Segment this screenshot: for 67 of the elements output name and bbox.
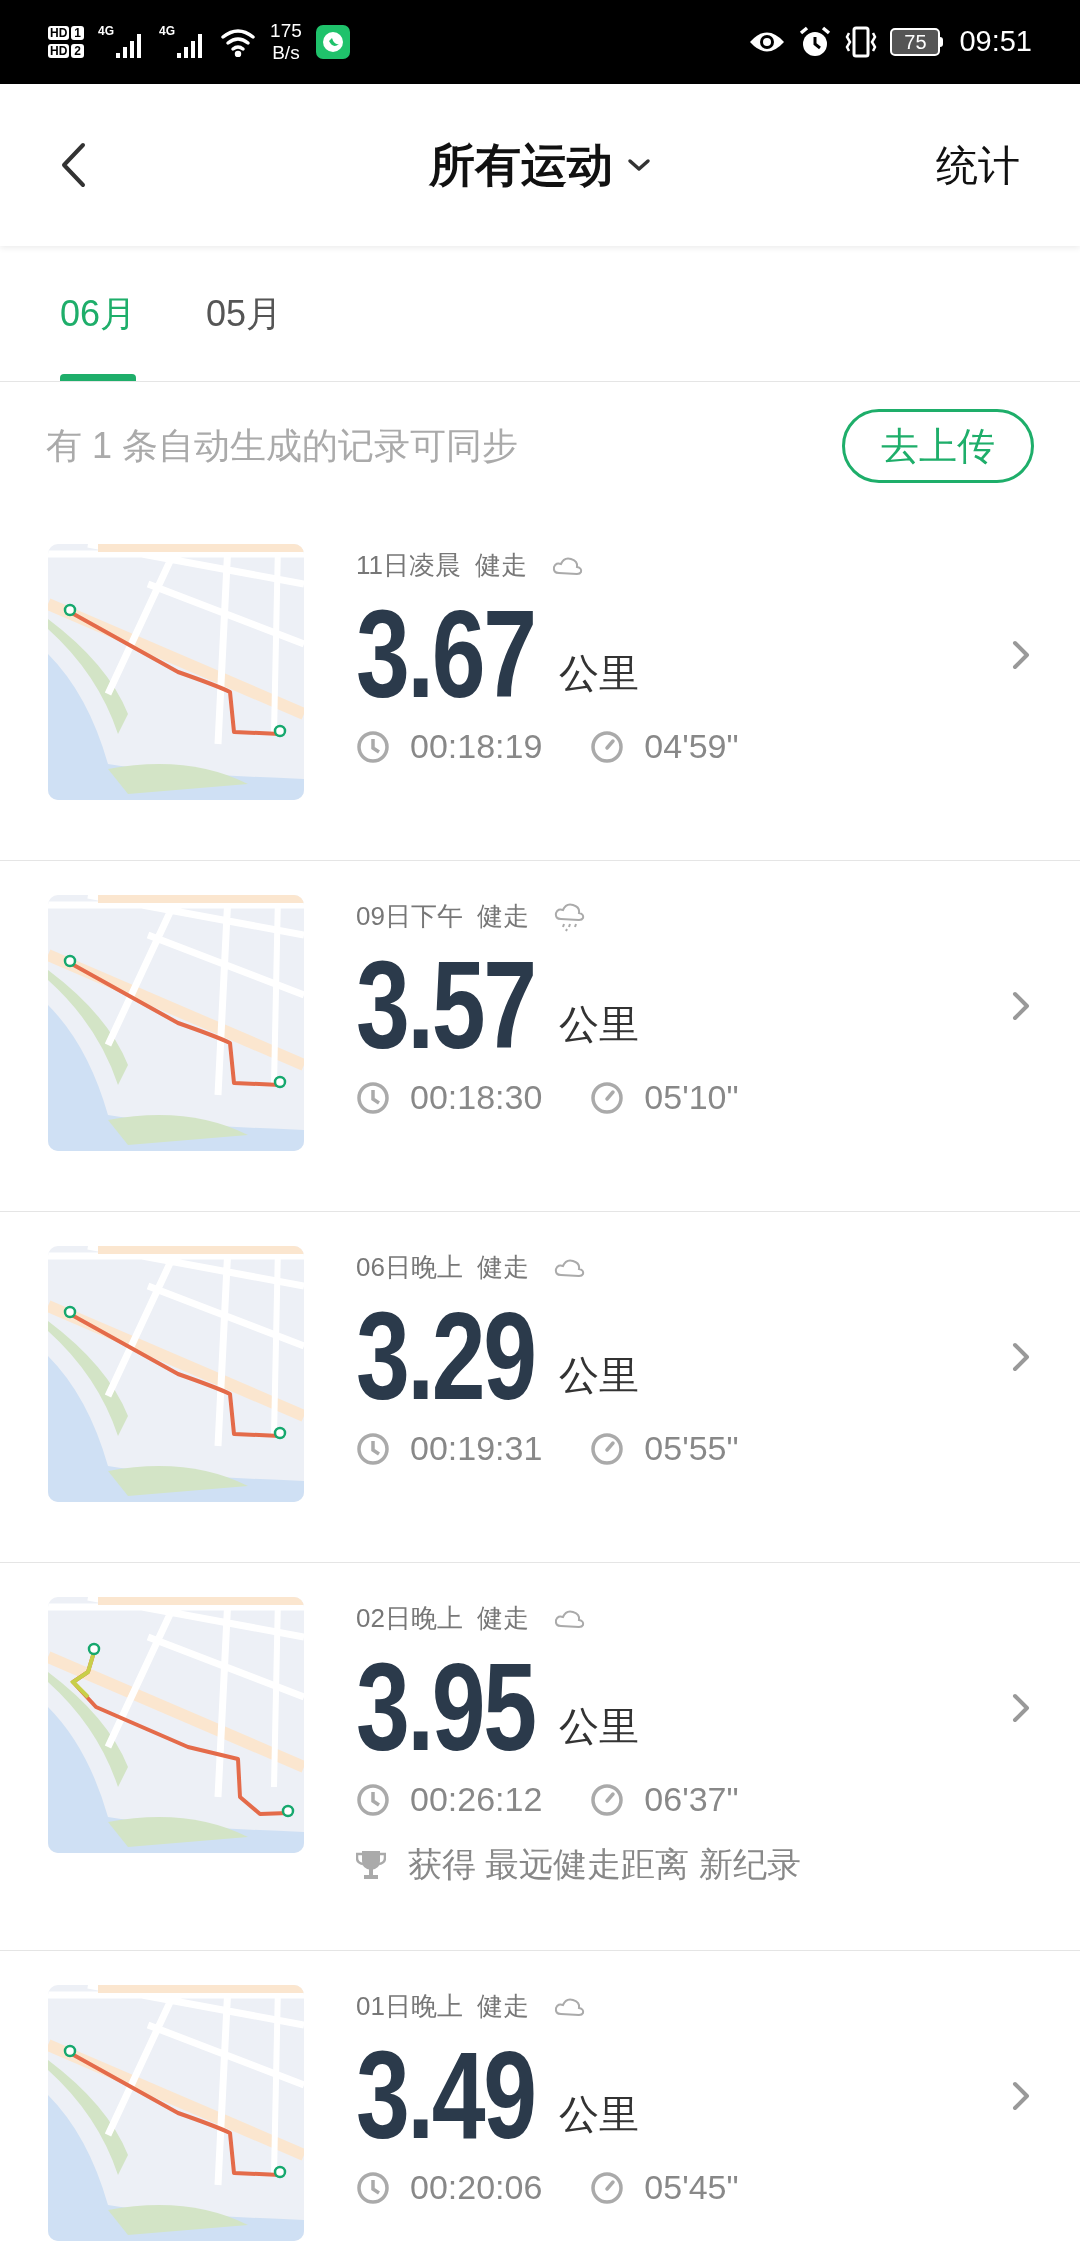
gauge-icon	[590, 1080, 625, 1115]
chevron-icon[interactable]	[1012, 2081, 1030, 2111]
chevron-icon[interactable]	[1012, 991, 1030, 1021]
chevron-icon[interactable]	[1012, 1342, 1030, 1372]
duration: 00:18:19	[410, 726, 543, 767]
duration: 00:20:06	[410, 2167, 543, 2208]
network-type: 4G	[159, 25, 176, 37]
clock-icon	[356, 729, 390, 764]
distance-value: 3.49	[356, 2032, 535, 2158]
clock-icon	[356, 1080, 390, 1115]
distance-unit: 公里	[558, 650, 639, 697]
achievement-text: 获得 最远健走距离 新纪录	[408, 1844, 801, 1885]
trophy-icon	[356, 1848, 386, 1881]
record-time: 09日下午	[356, 900, 463, 933]
sport-type: 健走	[476, 1251, 529, 1284]
sync-notice: 有 1 条自动生成的记录可同步	[46, 424, 519, 468]
pace: 05'45"	[644, 2167, 739, 2208]
battery-level: 75	[890, 28, 941, 56]
distance-value: 3.29	[356, 1293, 535, 1419]
distance-unit: 公里	[558, 1352, 639, 1399]
sim-slot: 2	[71, 44, 85, 58]
alarm-icon	[798, 25, 833, 59]
record-time: 06日晚上	[356, 1251, 463, 1284]
speed-unit: B/s	[272, 42, 300, 64]
caret-icon	[627, 158, 651, 172]
duration: 00:26:12	[410, 1779, 543, 1820]
sport-type: 健走	[476, 900, 529, 933]
sport-type: 健走	[476, 1990, 529, 2023]
clock-time: 09:51	[959, 24, 1032, 60]
statistics-button[interactable]: 统计	[936, 133, 1020, 197]
sim-label: HD	[48, 26, 70, 40]
distance-unit: 公里	[558, 2091, 639, 2138]
distance-unit: 公里	[558, 1001, 639, 1048]
back-icon[interactable]	[60, 142, 86, 188]
record-time: 01日晚上	[356, 1990, 463, 2023]
pace: 06'37"	[644, 1779, 739, 1820]
distance-value: 3.67	[356, 591, 535, 717]
pace: 04'59"	[644, 726, 739, 767]
gauge-icon	[590, 2170, 625, 2205]
distance-value: 3.95	[356, 1644, 535, 1770]
month-tab[interactable]: 05月	[206, 246, 283, 381]
clock-icon	[356, 1782, 390, 1817]
duration: 00:19:31	[410, 1428, 543, 1469]
wifi-icon	[220, 27, 257, 57]
gauge-icon	[590, 1782, 625, 1817]
clock-icon	[356, 1431, 390, 1466]
sport-filter-dropdown[interactable]: 所有运动	[429, 130, 651, 200]
sport-type: 健走	[476, 1602, 529, 1635]
gauge-icon	[590, 1431, 625, 1466]
record-time: 11日凌晨	[356, 549, 461, 582]
vibrate-icon	[844, 25, 879, 59]
chevron-icon[interactable]	[1012, 640, 1030, 670]
distance-unit: 公里	[558, 1703, 639, 1750]
pace: 05'55"	[644, 1428, 739, 1469]
sport-type: 健走	[475, 549, 527, 582]
clock-icon	[356, 2170, 390, 2205]
distance-value: 3.57	[356, 942, 535, 1068]
duration: 00:18:30	[410, 1077, 543, 1118]
gauge-icon	[590, 729, 625, 764]
record-time: 02日晚上	[356, 1602, 463, 1635]
network-speed: 175	[270, 20, 302, 42]
network-type: 4G	[98, 25, 115, 37]
pace: 05'10"	[644, 1077, 739, 1118]
app-icon	[315, 25, 350, 59]
chevron-icon[interactable]	[1012, 1693, 1030, 1723]
sim-slot: 1	[71, 26, 85, 40]
sim-label: HD	[48, 44, 70, 58]
